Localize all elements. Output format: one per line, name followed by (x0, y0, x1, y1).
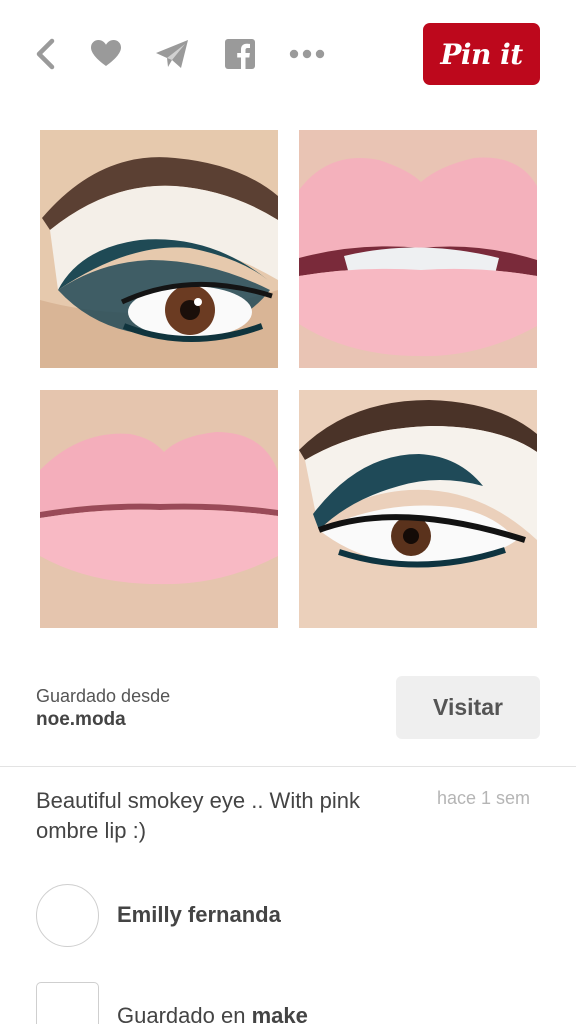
pinner-row[interactable]: Emilly fernanda (36, 883, 281, 947)
pin-timestamp: hace 1 sem (437, 788, 531, 808)
more-icon[interactable] (289, 36, 325, 72)
lips-photo-1 (299, 130, 537, 368)
source-info: Guardado desde noe.moda (36, 684, 170, 732)
eye-makeup-photo-1 (40, 130, 278, 368)
source-label: Guardado desde (36, 686, 171, 706)
board-row[interactable]: Guardado en make (36, 982, 308, 1024)
heart-icon[interactable] (88, 36, 124, 72)
pin-image[interactable] (40, 130, 537, 628)
facebook-icon[interactable] (222, 36, 258, 72)
back-chevron-icon[interactable] (28, 36, 64, 72)
avatar[interactable] (36, 883, 99, 947)
pinner-name[interactable]: Emilly fernanda (117, 902, 281, 928)
board-info[interactable]: Guardado en make (117, 1003, 308, 1024)
divider (0, 766, 576, 767)
send-icon[interactable] (154, 36, 190, 72)
lips-photo-2 (40, 390, 278, 628)
source-domain[interactable]: noe.moda (36, 708, 170, 732)
board-prefix: Guardado en (117, 1003, 246, 1024)
pin-toolbar: Pin it (0, 0, 576, 110)
visit-button[interactable]: Visitar (396, 676, 540, 739)
pin-it-button[interactable]: Pin it (423, 23, 540, 85)
board-name[interactable]: make (252, 1003, 308, 1024)
pin-description: Beautiful smokey eye .. With pink ombre … (36, 788, 361, 843)
board-thumbnail[interactable] (36, 982, 99, 1024)
eye-makeup-photo-2 (299, 390, 537, 628)
